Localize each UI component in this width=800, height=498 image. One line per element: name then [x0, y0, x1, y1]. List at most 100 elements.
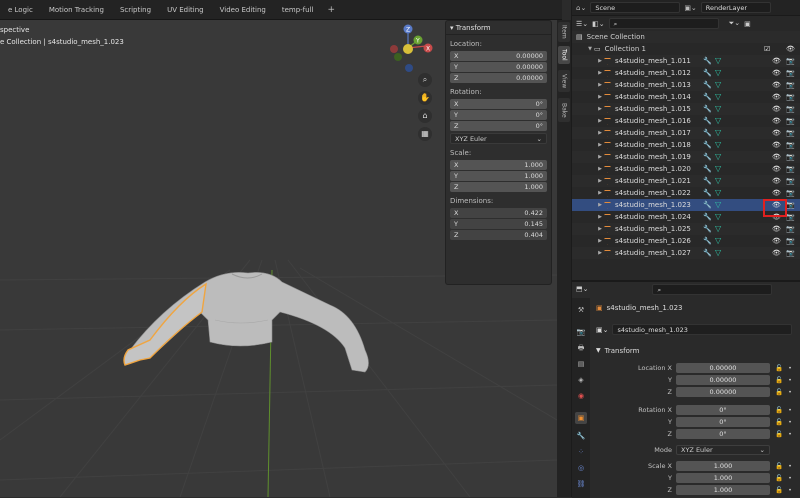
modifier-wrench-icon[interactable]: 🔧	[703, 151, 715, 163]
keyframe-dot[interactable]: •	[786, 377, 794, 384]
eye-icon[interactable]: 👁	[772, 247, 781, 259]
tab-temp-full[interactable]: temp-full	[274, 0, 322, 20]
3d-viewport[interactable]: spective e Collection | s4studio_mesh_1.…	[0, 20, 557, 497]
outliner-object-row[interactable]: ▶ s4studio_mesh_1.022 🔧 ▽ 👁 📷	[572, 187, 800, 199]
lock-icon[interactable]: 🔓	[772, 462, 786, 470]
scale-z-input[interactable]: 1.000	[676, 485, 770, 495]
object-name-field[interactable]: s4studio_mesh_1.023	[612, 324, 793, 335]
tab-tool[interactable]: Tool	[558, 46, 570, 64]
expand-icon[interactable]: ▶	[596, 235, 604, 247]
eye-icon[interactable]: 👁	[772, 55, 781, 67]
location-z-field[interactable]: Z 0.00000	[450, 73, 547, 83]
outliner-object-row[interactable]: ▶ s4studio_mesh_1.017 🔧 ▽ 👁 📷	[572, 127, 800, 139]
collection-row[interactable]: ▼ ▭ Collection 1 ☑ 👁	[572, 43, 800, 55]
mesh-data-icon[interactable]: ▽	[715, 223, 729, 235]
camera-render-icon[interactable]: 📷	[786, 91, 795, 103]
expand-icon[interactable]: ▶	[596, 127, 604, 139]
outliner-object-row[interactable]: ▶ s4studio_mesh_1.018 🔧 ▽ 👁 📷	[572, 139, 800, 151]
eye-icon[interactable]: 👁	[772, 91, 781, 103]
modifier-wrench-icon[interactable]: 🔧	[703, 127, 715, 139]
modifier-wrench-icon[interactable]: 🔧	[703, 211, 715, 223]
camera-render-icon[interactable]: 📷	[786, 175, 795, 187]
outliner-search-input[interactable]: ⌕	[608, 18, 719, 29]
particles-icon[interactable]: ⁘	[575, 446, 587, 458]
mesh-data-icon[interactable]: ▽	[715, 199, 729, 211]
mesh-data-icon[interactable]: ▽	[715, 247, 729, 259]
tab-logic[interactable]: e Logic	[0, 0, 41, 20]
rotation-z-field[interactable]: Z 0°	[450, 121, 547, 131]
filter-icon[interactable]: ⏷⌄	[729, 19, 740, 28]
mesh-data-icon[interactable]: ▽	[715, 91, 729, 103]
tab-item[interactable]: Item	[558, 22, 570, 42]
expand-icon[interactable]: ▶	[596, 223, 604, 235]
lock-icon[interactable]: 🔓	[772, 486, 786, 494]
perspective-grid-icon[interactable]: ▦	[418, 127, 432, 141]
pan-hand-icon[interactable]: ✋	[418, 91, 432, 105]
zoom-icon[interactable]: ⌕	[418, 73, 432, 87]
mesh-data-icon[interactable]: ▽	[715, 235, 729, 247]
keyframe-dot[interactable]: •	[786, 365, 794, 372]
location-y-field[interactable]: Y 0.00000	[450, 62, 547, 72]
lock-icon[interactable]: 🔓	[772, 376, 786, 384]
outliner-object-row[interactable]: ▶ s4studio_mesh_1.020 🔧 ▽ 👁 📷	[572, 163, 800, 175]
camera-render-icon[interactable]: 📷	[786, 127, 795, 139]
modifier-wrench-icon[interactable]: 🔧	[703, 103, 715, 115]
display-mode-icon[interactable]: ☰⌄	[576, 20, 588, 28]
expand-icon[interactable]: ▶	[596, 163, 604, 175]
expand-icon[interactable]: ▶	[596, 139, 604, 151]
modifier-wrench-icon[interactable]: 🔧	[703, 223, 715, 235]
keyframe-dot[interactable]: •	[786, 463, 794, 470]
outliner-object-row[interactable]: ▶ s4studio_mesh_1.019 🔧 ▽ 👁 📷	[572, 151, 800, 163]
lock-icon[interactable]: 🔓	[772, 430, 786, 438]
scene-icon[interactable]: ⌂⌄	[576, 4, 586, 12]
dimensions-y-field[interactable]: Y 0.145	[450, 219, 547, 229]
dimensions-x-field[interactable]: X 0.422	[450, 208, 547, 218]
tool-icon[interactable]: ⚒	[575, 304, 587, 316]
lock-icon[interactable]: 🔓	[772, 364, 786, 372]
outliner-object-row[interactable]: ▶ s4studio_mesh_1.021 🔧 ▽ 👁 📷	[572, 175, 800, 187]
rotation-x-field[interactable]: X 0°	[450, 99, 547, 109]
collection-visibility-icon[interactable]: 👁	[786, 43, 795, 55]
editor-type-icon[interactable]: ⬒⌄	[576, 285, 588, 293]
eye-icon[interactable]: 👁	[772, 67, 781, 79]
modifier-wrench-icon[interactable]: 🔧	[703, 199, 715, 211]
lock-icon[interactable]: 🔓	[772, 474, 786, 482]
eye-icon[interactable]: 👁	[772, 223, 781, 235]
modifier-wrench-icon[interactable]: 🔧	[703, 55, 715, 67]
camera-render-icon[interactable]: 📷	[786, 199, 795, 211]
camera-render-icon[interactable]: 📷	[786, 67, 795, 79]
collection-checkbox[interactable]: ☑	[764, 43, 770, 55]
camera-render-icon[interactable]: 📷	[786, 235, 795, 247]
mesh-data-icon[interactable]: ▽	[715, 139, 729, 151]
expand-icon[interactable]: ▶	[596, 67, 604, 79]
camera-render-icon[interactable]: 📷	[786, 247, 795, 259]
camera-render-icon[interactable]: 📷	[786, 115, 795, 127]
navigation-gizmo[interactable]: Z Y X	[382, 24, 442, 84]
scale-x-field[interactable]: X 1.000	[450, 160, 547, 170]
tab-scripting[interactable]: Scripting	[112, 0, 159, 20]
outliner-object-row[interactable]: ▶ s4studio_mesh_1.025 🔧 ▽ 👁 📷	[572, 223, 800, 235]
lock-icon[interactable]: 🔓	[772, 388, 786, 396]
scene-props-icon[interactable]: ◈	[575, 374, 587, 386]
tab-video-editing[interactable]: Video Editing	[212, 0, 274, 20]
rotation-mode-select[interactable]: XYZ Euler ⌄	[450, 133, 547, 144]
rotation-x-input[interactable]: 0°	[676, 405, 770, 415]
expand-icon[interactable]: ▶	[596, 211, 604, 223]
camera-render-icon[interactable]: 📷	[786, 55, 795, 67]
keyframe-dot[interactable]: •	[786, 431, 794, 438]
expand-icon[interactable]: ▶	[596, 175, 604, 187]
render-layer-icon[interactable]: ▣⌄	[684, 4, 696, 12]
camera-render-icon[interactable]: 📷	[786, 103, 795, 115]
physics-icon[interactable]: ◎	[575, 462, 587, 474]
mesh-data-icon[interactable]: ▽	[715, 67, 729, 79]
modifier-wrench-icon[interactable]: 🔧	[703, 79, 715, 91]
eye-icon[interactable]: 👁	[772, 235, 781, 247]
eye-icon[interactable]: 👁	[772, 127, 781, 139]
modifier-wrench-icon[interactable]: 🔧	[575, 430, 587, 442]
mesh-data-icon[interactable]: ▽	[715, 103, 729, 115]
add-workspace-button[interactable]: +	[321, 5, 341, 15]
constraints-icon[interactable]: ⛓	[575, 478, 587, 490]
eye-icon[interactable]: 👁	[772, 103, 781, 115]
mesh-data-icon[interactable]: ▽	[715, 79, 729, 91]
render-layer-selector[interactable]: RenderLayer	[700, 2, 771, 13]
